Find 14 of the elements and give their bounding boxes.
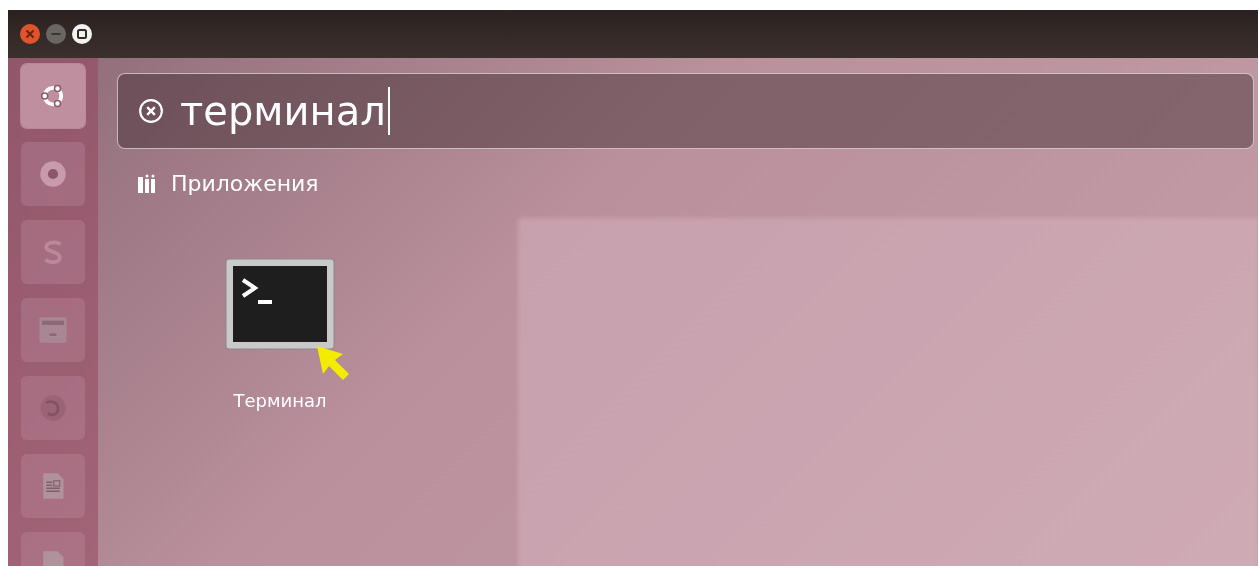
maximize-icon[interactable] <box>72 24 92 44</box>
category-heading: Приложения <box>171 171 319 196</box>
launcher-tile[interactable] <box>21 376 85 440</box>
clear-icon[interactable] <box>138 98 164 124</box>
search-field[interactable]: терминал <box>117 73 1254 149</box>
launcher-tile[interactable] <box>21 454 85 518</box>
launcher-tile[interactable] <box>21 142 85 206</box>
minimize-icon[interactable] <box>46 24 66 44</box>
launcher-tile[interactable] <box>21 298 85 362</box>
launcher-tile[interactable] <box>21 220 85 284</box>
applications-icon <box>137 172 157 195</box>
terminal-icon <box>225 258 335 350</box>
launcher-tile[interactable] <box>21 64 85 128</box>
close-icon[interactable] <box>20 24 40 44</box>
